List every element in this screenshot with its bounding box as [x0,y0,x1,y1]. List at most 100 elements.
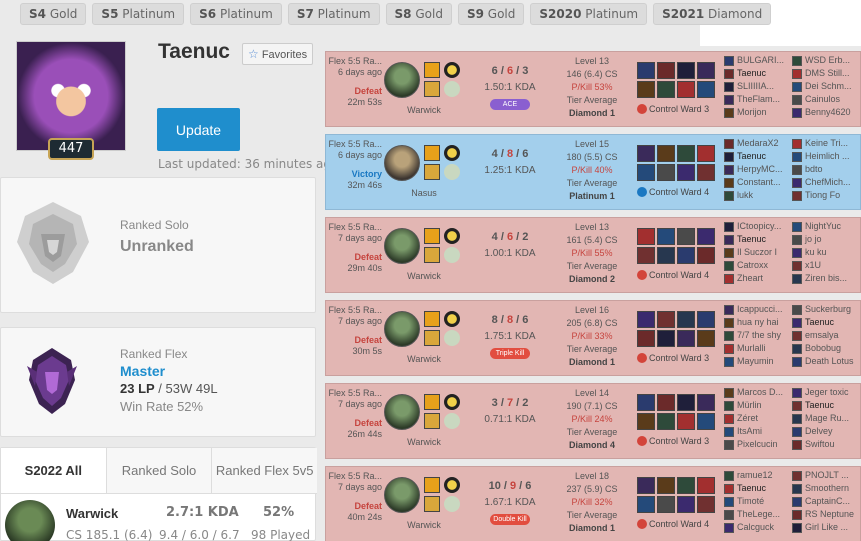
player-entry[interactable]: Bobobug [792,342,860,355]
player-entry[interactable]: Taenuc [792,316,860,329]
player-entry[interactable]: x1U [792,259,860,272]
player-entry[interactable]: hua ny hai [724,316,794,329]
player-entry[interactable]: ramue12 [724,469,794,482]
player-name: Taenuc [737,483,767,493]
tab-ranked-solo[interactable]: Ranked Solo [106,448,213,493]
favorites-button[interactable]: ☆ Favorites [242,43,314,65]
champion-icon[interactable] [384,394,420,430]
match-kda-ratio: 1.25:1 KDA [484,165,536,176]
match-card[interactable]: Flex 5:5 Ra... 6 days ago Defeat 22m 53s… [325,51,861,127]
player-entry[interactable]: Jeger toxic [792,386,860,399]
player-entry[interactable]: SLIIIIIA... [724,80,794,93]
player-entry[interactable]: ChefMich... [792,176,860,189]
player-entry[interactable]: TheFlam... [724,93,794,106]
past-rank-tier: Diamond [708,7,763,21]
player-champion-icon [724,356,734,367]
player-entry[interactable]: ItsAmi [724,425,794,438]
match-card[interactable]: Flex 5:5 Ra... 7 days ago Defeat 26m 44s… [325,383,861,459]
player-entry[interactable]: Il Suczor I [724,246,794,259]
match-card[interactable]: Flex 5:5 Ra... 6 days ago Victory 32m 46… [325,134,861,210]
match-card[interactable]: Flex 5:5 Ra... 7 days ago Defeat 30m 5s … [325,300,861,376]
match-card[interactable]: Flex 5:5 Ra... 7 days ago Defeat 40m 24s… [325,466,861,541]
champion-icon[interactable] [384,228,420,264]
player-entry[interactable]: 7/7 the shy [724,329,794,342]
champion-icon[interactable] [384,62,420,98]
player-entry[interactable]: emsalya [792,329,860,342]
player-entry[interactable]: RS Neptune [792,508,860,521]
champion-icon[interactable] [384,311,420,347]
player-entry[interactable]: Zéret [724,412,794,425]
team-blue: MedaraX2 Taenuc HerpyMC... Constant... lukk [724,137,794,202]
player-entry[interactable]: Death Lotus [792,355,860,368]
tab-ranked-flex[interactable]: Ranked Flex 5v5 [212,448,318,493]
player-entry[interactable]: Taenuc [724,150,794,163]
keystone-rune-icon [444,62,460,78]
item-slot [637,164,655,181]
player-entry[interactable]: ku ku [792,246,860,259]
deaths: 8 [506,148,514,160]
player-entry[interactable]: HerpyMC... [724,163,794,176]
player-entry[interactable]: Pixelcucin [724,438,794,451]
player-entry[interactable]: Swiftou [792,438,860,451]
player-entry[interactable]: Taenuc [724,482,794,495]
update-button[interactable]: Update [157,108,240,151]
player-entry[interactable]: Taenuc [792,399,860,412]
player-entry[interactable]: Cainulos [792,93,860,106]
tier-average: Platinum 1 [569,191,615,201]
player-entry[interactable]: DMS Still... [792,67,860,80]
player-name: Taenuc [737,68,767,78]
player-entry[interactable]: Taenuc [724,67,794,80]
player-entry[interactable]: Mayumin [724,355,794,368]
champion-name: Warwick [66,506,119,521]
player-entry[interactable]: Zheart [724,272,794,285]
player-entry[interactable]: Dei Schm... [792,80,860,93]
player-entry[interactable]: bdto [792,163,860,176]
past-rank-season: S5 [101,7,119,21]
item-slot [697,496,715,513]
player-entry[interactable]: Murlalli [724,342,794,355]
player-entry[interactable]: Keine Tri... [792,137,860,150]
player-entry[interactable]: Calcguck [724,521,794,534]
champion-icon[interactable] [384,477,420,513]
player-entry[interactable]: Smoothern [792,482,860,495]
player-entry[interactable]: Girl Like ... [792,521,860,534]
player-entry[interactable]: MedaraX2 [724,137,794,150]
player-entry[interactable]: Mürlin [724,399,794,412]
match-ago: 7 days ago [337,233,382,243]
match-champion-name: Nasus [411,188,437,198]
match-card[interactable]: Flex 5:5 Ra... 7 days ago Defeat 29m 40s… [325,217,861,293]
player-champion-icon [792,138,802,149]
player-entry[interactable]: Tiong Fo [792,189,860,202]
tier-average: Diamond 4 [568,440,615,450]
player-entry[interactable]: Icappucci... [724,303,794,316]
player-entry[interactable]: Heimlich ... [792,150,860,163]
tab-s2022-all[interactable]: S2022 All [1,448,107,493]
player-entry[interactable]: jo jo [792,233,860,246]
player-entry[interactable]: TheLege... [724,508,794,521]
player-entry[interactable]: Catroxx [724,259,794,272]
player-entry[interactable]: Constant... [724,176,794,189]
player-entry[interactable]: Suckerburg [792,303,860,316]
champion-icon[interactable] [384,145,420,181]
player-entry[interactable]: CaptainC... [792,495,860,508]
player-entry[interactable]: Marcos D... [724,386,794,399]
player-entry[interactable]: ICtoopicy... [724,220,794,233]
player-entry[interactable]: NightYuc [792,220,860,233]
player-entry[interactable]: BULGARI... [724,54,794,67]
player-entry[interactable]: lukk [724,189,794,202]
match-stats: Level 15 180 (5.5) CS P/Kill 40% Tier Av… [556,138,628,203]
player-entry[interactable]: WSD Erb... [792,54,860,67]
player-entry[interactable]: Timoté [724,495,794,508]
player-entry[interactable]: Ziren bis... [792,272,860,285]
player-entry[interactable]: Delvey [792,425,860,438]
player-entry[interactable]: Morijon [724,106,794,119]
player-entry[interactable]: Benny4620 [792,106,860,119]
player-champion-icon [792,247,802,258]
player-champion-icon [724,304,734,315]
player-entry[interactable]: PNOJLT ... [792,469,860,482]
control-ward-label: Control Ward 4 [649,519,710,529]
player-name: Jeger toxic [805,387,849,397]
player-entry[interactable]: Taenuc [724,233,794,246]
player-entry[interactable]: Mage Ru... [792,412,860,425]
champion-row[interactable]: Warwick CS 185.1 (6.4) 2.7:1 KDA 9.4 / 6… [1,496,317,541]
